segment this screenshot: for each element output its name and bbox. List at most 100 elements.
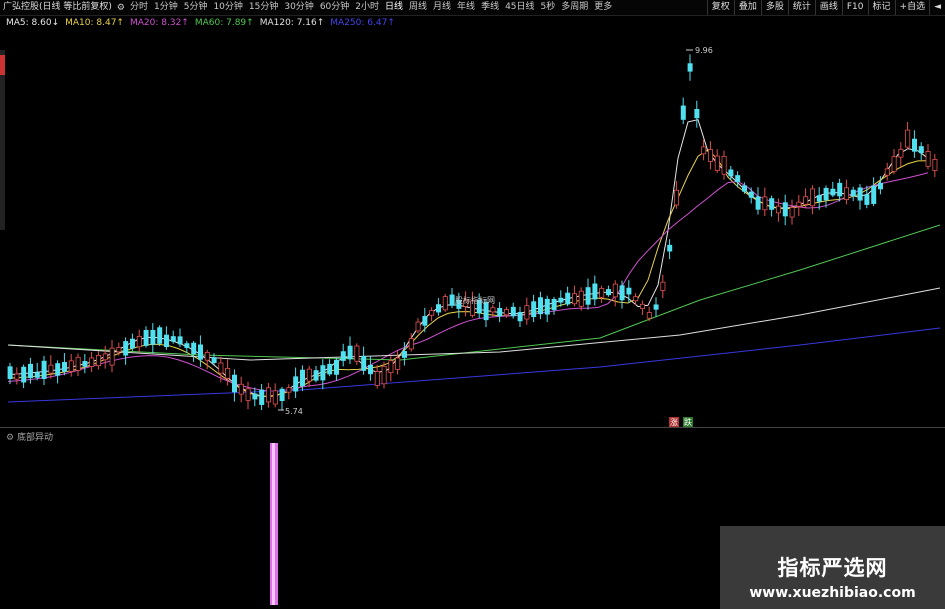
ma5-label: MA5: 8.60↓	[6, 18, 60, 28]
candle-body	[75, 356, 81, 371]
candle-body	[218, 362, 224, 374]
candle-body	[150, 329, 156, 345]
candle-body	[850, 189, 856, 197]
candle-body	[619, 285, 625, 301]
signal-bar-highlight	[272, 443, 275, 605]
candle-body	[21, 366, 27, 383]
candle-body	[796, 201, 802, 207]
candle-body	[558, 297, 564, 303]
candle-body	[905, 129, 911, 148]
candle-body	[837, 182, 843, 197]
candle-body	[878, 182, 884, 190]
candle-body	[844, 187, 850, 200]
candle-body	[347, 345, 353, 360]
candle-body	[823, 187, 829, 201]
period-tab[interactable]: 1分钟	[151, 0, 181, 15]
candle-body	[762, 196, 768, 211]
candle-body	[503, 309, 509, 316]
low-price-label: 5.74	[285, 407, 303, 416]
ma120-label: MA120: 7.16↑	[259, 18, 325, 28]
candle-body	[680, 105, 686, 120]
period-tab[interactable]: 10分钟	[210, 0, 245, 15]
candle-body	[62, 362, 68, 372]
candle-body	[891, 156, 897, 172]
candle-body	[367, 364, 373, 375]
period-tab[interactable]: 5秒	[538, 0, 559, 15]
candle-body	[170, 336, 176, 342]
candle-body	[129, 338, 135, 349]
stats-button[interactable]: 统计	[787, 0, 815, 15]
add-watchlist-button[interactable]: +自选	[894, 0, 930, 15]
candle-body	[490, 307, 496, 313]
collapse-arrow-icon[interactable]: ◄	[929, 0, 945, 15]
candle-body	[14, 373, 20, 380]
candle-body	[279, 388, 285, 401]
candle-body	[259, 389, 265, 405]
settings-icon[interactable]: ⚙	[115, 3, 127, 13]
candle-body	[109, 347, 115, 366]
candle-body	[313, 370, 319, 381]
candle-body	[633, 296, 639, 302]
draw-line-button[interactable]: 画线	[814, 0, 842, 15]
period-tab[interactable]: 45日线	[502, 0, 537, 15]
candle-body	[361, 355, 367, 371]
period-tab[interactable]: 季线	[478, 0, 502, 15]
ma10-label: MA10: 8.47↑	[65, 18, 124, 28]
candle-body	[864, 194, 870, 205]
candle-body	[653, 304, 659, 310]
candle-body	[687, 63, 693, 72]
candle-body	[34, 372, 40, 378]
right-toolbar: 复权 叠加 多股 统计 画线 F10 标记 +自选 ◄	[706, 0, 945, 15]
period-tab[interactable]: 分时	[127, 0, 151, 15]
candle-body	[646, 312, 652, 319]
period-tab[interactable]: 15分钟	[246, 0, 281, 15]
candle-body	[898, 148, 904, 158]
period-tab[interactable]: 周线	[406, 0, 430, 15]
period-tab[interactable]: 年线	[454, 0, 478, 15]
period-tab[interactable]: 多周期	[558, 0, 591, 15]
chart-annotation-label: 股标指标网	[455, 295, 495, 305]
period-tab[interactable]: 2小时	[352, 0, 382, 15]
candle-body	[197, 344, 203, 360]
candle-body	[592, 283, 598, 300]
period-tab[interactable]: 60分钟	[317, 0, 352, 15]
candle-body	[123, 341, 129, 356]
candle-body	[660, 281, 666, 291]
period-tab[interactable]: 30分钟	[281, 0, 316, 15]
candles	[7, 54, 938, 411]
candle-body	[265, 387, 271, 403]
candle-body	[449, 294, 455, 306]
candle-body	[531, 301, 537, 318]
candle-body	[429, 310, 435, 316]
overlay-button[interactable]: 叠加	[733, 0, 761, 15]
candle-body	[585, 287, 591, 305]
candle-body	[918, 146, 924, 154]
candle-body	[701, 146, 707, 155]
watermark-title: 指标严选网	[777, 556, 888, 580]
candle-body	[184, 343, 190, 349]
candle-body	[803, 196, 809, 205]
adjust-button[interactable]: 复权	[706, 0, 734, 15]
candle-body	[755, 196, 761, 210]
high-annotation: 9.96	[686, 46, 713, 55]
candle-body	[884, 168, 890, 176]
mark-button[interactable]: 标记	[867, 0, 895, 15]
period-tab[interactable]: 月线	[430, 0, 454, 15]
candle-body	[612, 283, 618, 298]
multi-stock-button[interactable]: 多股	[760, 0, 788, 15]
period-tab-daily[interactable]: 日线	[382, 0, 406, 15]
candle-body	[333, 359, 339, 375]
candle-body	[816, 195, 822, 202]
period-tab[interactable]: 5分钟	[181, 0, 211, 15]
candle-body	[41, 360, 47, 379]
candle-body	[191, 342, 197, 355]
candle-body	[415, 321, 421, 332]
f10-button[interactable]: F10	[841, 0, 868, 15]
candle-body	[116, 347, 122, 353]
period-tab-more[interactable]: 更多	[591, 0, 615, 15]
candle-body	[544, 298, 550, 315]
ma20-label: MA20: 8.32↑	[129, 18, 189, 28]
candle-body	[245, 388, 251, 401]
candlestick-chart[interactable]: 9.96 5.74 股标指标网 涨 跌	[0, 30, 945, 427]
candle-body	[320, 365, 326, 381]
